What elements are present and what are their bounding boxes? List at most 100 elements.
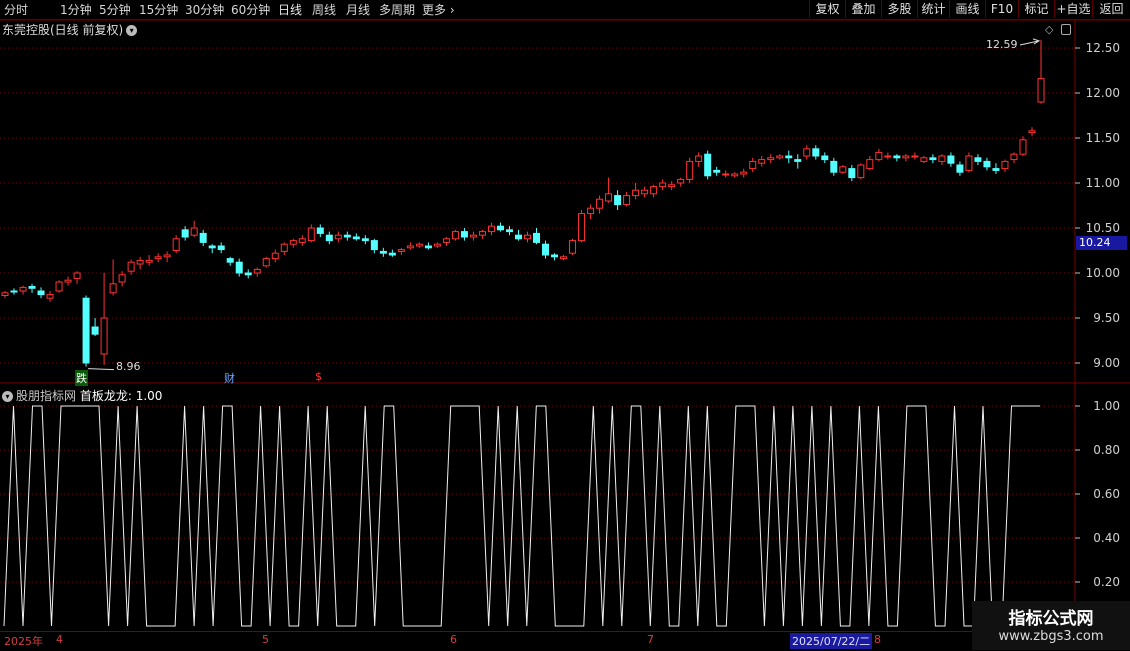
candle-body	[172, 238, 180, 252]
candle-body	[722, 173, 730, 176]
candle-body	[37, 290, 45, 296]
draw-line-button[interactable]: 画线	[949, 0, 985, 18]
candle-body	[560, 256, 568, 260]
candlestick	[64, 276, 72, 286]
candlestick	[623, 192, 631, 207]
period-tab-monthly[interactable]: 月线	[346, 1, 370, 18]
high-price-label: 12.59	[986, 38, 1018, 51]
period-tab-30min[interactable]: 30分钟	[185, 1, 224, 18]
candle-body	[235, 261, 243, 274]
period-tab-multi[interactable]: 多周期	[379, 1, 415, 18]
period-tab-weekly[interactable]: 周线	[312, 1, 336, 18]
candlestick	[307, 224, 315, 243]
candlestick	[902, 154, 910, 162]
low-pointer	[88, 368, 115, 371]
candlestick	[379, 247, 387, 257]
period-tab-fenshi[interactable]: 分时	[4, 1, 28, 18]
candlestick	[424, 242, 432, 250]
indicator-title[interactable]: ▾ 股朋指标网 首板龙龙: 1.00	[2, 387, 162, 404]
month-label: 6	[450, 633, 457, 646]
candle-body	[623, 195, 631, 206]
candlestick	[388, 249, 396, 257]
candle-body	[271, 252, 279, 260]
candlestick	[352, 233, 360, 241]
candlestick	[578, 210, 586, 243]
candlestick	[460, 228, 468, 241]
stock-title[interactable]: 东莞控股(日线 前复权) ▾	[2, 21, 138, 38]
candlestick	[812, 145, 820, 160]
candlestick	[10, 288, 18, 295]
candlestick	[821, 152, 829, 164]
arrow-icon	[1032, 38, 1041, 45]
candlestick	[262, 256, 270, 268]
candlestick	[172, 235, 180, 254]
candlestick	[406, 242, 414, 250]
candle-body	[109, 283, 117, 294]
candlestick	[677, 177, 685, 187]
candlestick	[947, 152, 955, 167]
candle-body	[514, 234, 522, 240]
candlestick	[965, 152, 973, 173]
indicator-tick: 1.00	[1093, 399, 1120, 413]
month-label: 7	[647, 633, 654, 646]
candlestick	[154, 253, 162, 263]
candlestick	[451, 229, 459, 241]
chevron-down-icon[interactable]: ▾	[126, 25, 138, 36]
candlestick	[145, 255, 153, 266]
candle-body	[145, 259, 153, 263]
kline-chart[interactable]	[0, 0, 1130, 650]
candlestick	[514, 229, 522, 241]
candle-body	[776, 155, 784, 159]
price-tick: 9.00	[1093, 356, 1120, 370]
back-button[interactable]: 返回	[1092, 0, 1130, 18]
fall-marker[interactable]: 跌	[75, 370, 88, 386]
candlestick	[695, 152, 703, 167]
candlestick	[740, 168, 748, 178]
candle-body	[379, 250, 387, 254]
period-tab-1min[interactable]: 1分钟	[60, 1, 92, 18]
statistics-button[interactable]: 统计	[917, 0, 949, 18]
f10-button[interactable]: F10	[985, 0, 1018, 18]
candle-body	[244, 272, 252, 276]
candle-body	[677, 178, 685, 184]
chevron-down-icon[interactable]: ▾	[2, 391, 13, 402]
dollar-marker[interactable]: $	[314, 370, 323, 383]
period-tab-60min[interactable]: 60分钟	[231, 1, 270, 18]
indicator-source: 股朋指标网	[16, 389, 77, 403]
candle-body	[641, 189, 649, 195]
candle-body	[163, 254, 171, 258]
candlestick	[605, 177, 613, 203]
candle-body	[938, 155, 946, 162]
finance-marker[interactable]: 财	[223, 370, 236, 386]
candle-body	[893, 155, 901, 159]
multi-stock-button[interactable]: 多股	[881, 0, 917, 18]
candle-body	[533, 232, 541, 243]
candlestick	[505, 226, 513, 236]
candle-body	[73, 272, 81, 279]
candlestick	[569, 238, 577, 255]
candle-body	[587, 207, 595, 215]
panel-toggle-icon[interactable]	[1061, 24, 1071, 35]
period-tab-15min[interactable]: 15分钟	[139, 1, 178, 18]
diamond-icon[interactable]: ◇	[1045, 23, 1053, 36]
candlestick	[767, 154, 775, 164]
period-tab-daily[interactable]: 日线	[278, 1, 302, 18]
candlestick	[397, 247, 405, 255]
candle-body	[695, 155, 703, 162]
period-tab-5min[interactable]: 5分钟	[99, 1, 131, 18]
candle-body	[127, 261, 135, 272]
adjust-button[interactable]: 复权	[809, 0, 845, 18]
period-tab-more[interactable]: 更多 ›	[422, 1, 455, 18]
candle-body	[704, 153, 712, 177]
candlestick	[803, 145, 811, 160]
candle-body	[632, 189, 640, 197]
overlay-button[interactable]: 叠加	[845, 0, 881, 18]
indicator-value: 1.00	[135, 389, 163, 403]
mark-button[interactable]: 标记	[1018, 0, 1054, 18]
candlestick	[334, 231, 342, 243]
candle-body	[226, 258, 234, 263]
candlestick	[884, 152, 892, 160]
add-watchlist-button[interactable]: +自选	[1054, 0, 1092, 18]
candle-body	[578, 213, 586, 242]
candle-body	[785, 155, 793, 159]
